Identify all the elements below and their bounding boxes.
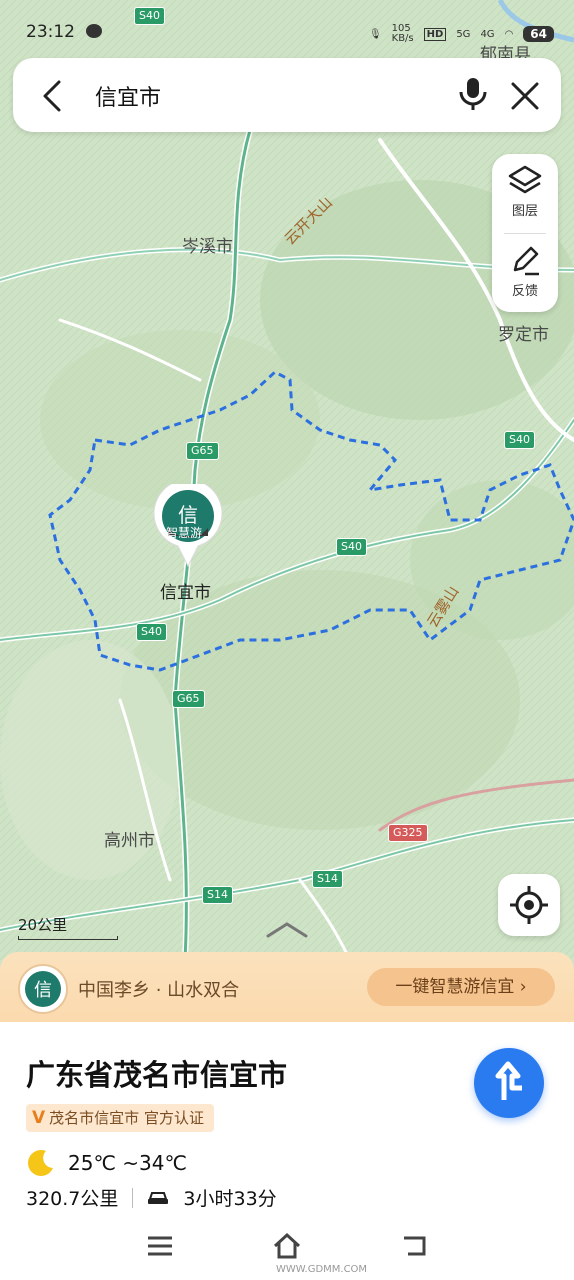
voice-search-button[interactable]	[453, 74, 493, 114]
back-button[interactable]	[35, 76, 75, 116]
feedback-button[interactable]: 反馈	[492, 234, 558, 312]
status-indicators: 🎙 105 KB/s HD 5G 4G ◠ 64	[369, 24, 554, 44]
crosshair-icon	[510, 886, 548, 924]
moon-icon	[28, 1150, 53, 1176]
home-icon[interactable]	[272, 1232, 302, 1260]
poi-badge-label: 智慧游	[166, 526, 203, 540]
road-badge-s40: S40	[336, 538, 367, 556]
divider	[132, 1187, 134, 1208]
road-badge-s40: S40	[504, 431, 535, 449]
status-bar: 23:12 🎙 105 KB/s HD 5G 4G ◠ 64	[0, 0, 574, 52]
wifi-icon: ◠	[504, 28, 514, 40]
map-scale: 20公里	[18, 914, 118, 940]
layers-label: 图层	[511, 204, 538, 219]
battery-level: 64	[523, 26, 554, 42]
place-title: 广东省茂名市信宜市	[26, 1058, 288, 1092]
chevron-left-icon	[43, 80, 61, 112]
road-badge-s40: S40	[136, 623, 167, 641]
poi-pin-xinyi[interactable]: 信 智慧游	[152, 479, 224, 568]
promo-banner[interactable]: 信 中国李乡 · 山水双合 一键智慧游信宜 ›	[0, 952, 574, 1026]
signal-4g: 4G	[480, 28, 495, 40]
smart-tour-button[interactable]: 一键智慧游信宜 ›	[367, 968, 555, 1006]
navigate-button[interactable]	[474, 1048, 544, 1118]
weather-info: 25℃ ~34℃	[26, 1148, 187, 1178]
cert-label: 茂名市信宜市 官方认证	[49, 1109, 204, 1127]
microphone-icon	[459, 78, 487, 110]
promo-slogan: 中国李乡 · 山水双合	[78, 980, 240, 1001]
road-badge-s14: S14	[202, 886, 233, 904]
close-icon	[511, 82, 539, 110]
search-input[interactable]: 信宜市	[95, 80, 161, 112]
chevron-up-icon	[266, 922, 308, 938]
search-bar: 信宜市	[13, 58, 561, 132]
chevron-right-icon: ›	[519, 977, 527, 997]
svg-text:信: 信	[34, 980, 52, 1001]
scale-bar	[18, 936, 118, 940]
road-badge-g325: G325	[388, 824, 428, 842]
system-nav-bar: WWW.GDMM.COM	[0, 1228, 574, 1280]
map-canvas[interactable]: 岑溪市 罗定市 高州市 郁南县 云开大山 云雾山 S40 G65 S40 S40…	[0, 0, 574, 963]
map-label-cenxi[interactable]: 岑溪市	[182, 232, 233, 257]
car-icon	[148, 1191, 169, 1204]
map-label-gaozhou[interactable]: 高州市	[104, 826, 155, 851]
cert-v-icon: V	[32, 1108, 46, 1128]
sheet-expand-handle[interactable]	[264, 920, 310, 940]
drive-duration: 3小时33分	[183, 1188, 277, 1210]
watermark: WWW.GDMM.COM	[276, 1264, 368, 1275]
map-terrain	[0, 0, 574, 963]
net-speed: 105 KB/s	[391, 23, 414, 44]
hd-badge: HD	[423, 27, 447, 41]
smart-tour-label: 一键智慧游信宜	[395, 977, 515, 997]
road-badge-g65: G65	[186, 442, 219, 460]
back-nav-icon[interactable]	[400, 1234, 428, 1258]
xinyi-tourism-logo-icon: 信	[18, 964, 68, 1014]
status-time: 23:12	[26, 22, 75, 42]
edit-pencil-icon	[513, 246, 539, 276]
road-badge-s14: S14	[312, 870, 343, 888]
map-tools-card: 图层 反馈	[492, 154, 558, 312]
navigate-arrow-icon	[495, 1061, 522, 1100]
microphone-status-icon: 🎙	[368, 28, 382, 40]
signal-5g: 5G	[456, 28, 471, 40]
layers-icon	[508, 165, 542, 194]
distance-value: 320.7公里	[26, 1188, 119, 1210]
locate-me-button[interactable]	[498, 874, 560, 936]
weather-temp: 25℃ ~34℃	[68, 1151, 187, 1175]
clear-search-button[interactable]	[505, 76, 545, 116]
menu-icon[interactable]	[146, 1234, 174, 1258]
map-label-xinyi[interactable]: 信宜市	[160, 578, 211, 603]
layers-button[interactable]: 图层	[492, 154, 558, 232]
official-cert-badge[interactable]: V 茂名市信宜市 官方认证	[26, 1104, 214, 1132]
route-summary: 320.7公里 3小时33分	[26, 1184, 277, 1211]
feedback-label: 反馈	[511, 284, 538, 299]
map-label-luoding[interactable]: 罗定市	[498, 320, 549, 345]
wechat-icon	[86, 24, 102, 38]
road-badge-g65: G65	[172, 690, 205, 708]
scale-label: 20公里	[18, 916, 68, 934]
